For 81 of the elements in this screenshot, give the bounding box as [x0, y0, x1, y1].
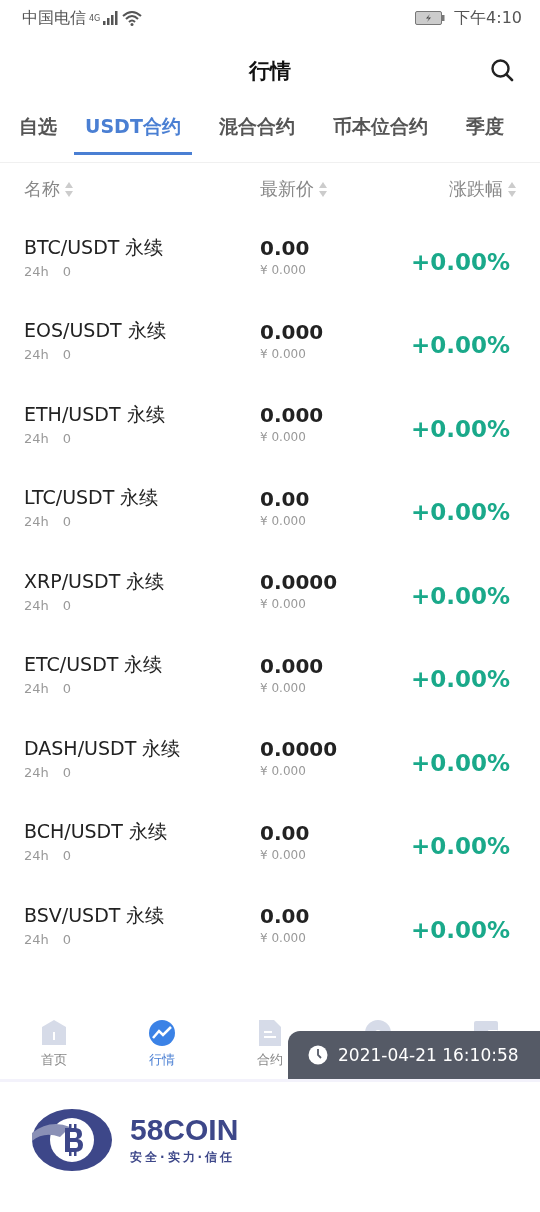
column-header[interactable]: 名称: [24, 177, 60, 201]
timestamp-text: 2021-04-21 16:10:58: [338, 1045, 519, 1065]
brand-slogan: 安全·实力·信任: [130, 1148, 237, 1166]
page-title: 行情: [249, 58, 291, 85]
last-price: 0.000: [260, 653, 325, 678]
volume-value: 0: [62, 681, 72, 697]
pair-name[interactable]: ETC/USDT 永续: [24, 652, 260, 679]
column-header[interactable]: 最新价: [260, 177, 314, 201]
volume-value: 0: [62, 514, 72, 530]
pair-name[interactable]: DASH/USDT 永续: [24, 735, 260, 762]
column-header[interactable]: 涨跌幅: [449, 177, 503, 201]
carrier-name: 中国电信: [22, 7, 86, 29]
cny-price: ¥ 0.000: [260, 847, 307, 862]
last-price: 0.00: [260, 236, 311, 261]
search-icon: [490, 58, 514, 82]
tab[interactable]: 自选: [8, 106, 68, 155]
change-percent: +0.00%: [410, 666, 510, 693]
signal-icon: [103, 11, 120, 25]
volume-label: 24h: [24, 263, 49, 279]
cny-price: ¥ 0.000: [260, 680, 307, 695]
volume-label: 24h: [24, 848, 49, 864]
pair-name[interactable]: XRP/USDT 永续: [24, 568, 260, 595]
last-price: 0.0000: [260, 570, 339, 595]
last-price: 0.00: [260, 486, 311, 511]
coin-logo-icon: [30, 1107, 114, 1173]
sort-icon: [508, 181, 516, 197]
pair-name[interactable]: ETH/USDT 永续: [24, 401, 260, 428]
change-percent: +0.00%: [410, 749, 510, 776]
volume-label: 24h: [24, 430, 49, 446]
pair-name[interactable]: LTC/USDT 永续: [24, 485, 260, 512]
cny-price: ¥ 0.000: [260, 346, 307, 361]
cny-price: ¥ 0.000: [260, 597, 307, 612]
pair-name[interactable]: BCH/USDT 永续: [24, 819, 260, 846]
change-percent: +0.00%: [410, 582, 510, 609]
nav-tab[interactable]: 首页: [0, 1017, 108, 1079]
change-percent: +0.00%: [410, 248, 510, 275]
cny-price: ¥ 0.000: [260, 263, 307, 278]
last-price: 0.00: [260, 820, 311, 845]
tab[interactable]: USDT合约: [74, 106, 192, 155]
pair-name[interactable]: EOS/USDT 永续: [24, 318, 260, 345]
brand-name: 58COIN: [130, 1114, 239, 1145]
cny-price: ¥ 0.000: [260, 513, 307, 528]
volume-label: 24h: [24, 347, 49, 363]
last-price: 0.0000: [260, 737, 339, 762]
volume-value: 0: [62, 848, 72, 864]
cny-price: ¥ 0.000: [260, 931, 307, 946]
search-button[interactable]: [490, 58, 514, 82]
sort-icon: [319, 181, 327, 197]
volume-value: 0: [62, 764, 72, 780]
pair-name[interactable]: BTC/USDT 永续: [24, 234, 260, 261]
cny-price: ¥ 0.000: [260, 764, 307, 779]
sort-icon: [65, 181, 73, 197]
nav-tab[interactable]: 行情: [108, 1017, 216, 1079]
tab[interactable]: 混合合约: [207, 106, 306, 155]
last-price: 0.000: [260, 319, 325, 344]
change-percent: +0.00%: [410, 415, 510, 442]
last-price: 0.000: [260, 403, 325, 428]
volume-value: 0: [62, 430, 72, 446]
pair-name[interactable]: BSV/USDT 永续: [24, 902, 260, 929]
change-percent: +0.00%: [410, 833, 510, 860]
tab[interactable]: 季度: [454, 106, 515, 155]
change-percent: +0.00%: [410, 499, 510, 526]
volume-value: 0: [62, 263, 72, 279]
tab[interactable]: 币本位合约: [321, 106, 439, 155]
clock-icon: [308, 1045, 328, 1065]
battery-icon: [415, 11, 446, 25]
volume-value: 0: [62, 597, 72, 613]
wifi-icon: [122, 10, 143, 26]
status-time: 下午4:10: [454, 7, 522, 29]
last-price: 0.00: [260, 904, 311, 929]
change-percent: +0.00%: [410, 332, 510, 359]
volume-label: 24h: [24, 514, 49, 530]
volume-label: 24h: [24, 597, 49, 613]
volume-value: 0: [62, 347, 72, 363]
change-percent: +0.00%: [410, 916, 510, 943]
volume-label: 24h: [24, 764, 49, 780]
volume-label: 24h: [24, 681, 49, 697]
volume-value: 0: [62, 931, 72, 947]
cny-price: ¥ 0.000: [260, 430, 307, 445]
volume-label: 24h: [24, 931, 49, 947]
network-type: 4G: [89, 13, 101, 23]
